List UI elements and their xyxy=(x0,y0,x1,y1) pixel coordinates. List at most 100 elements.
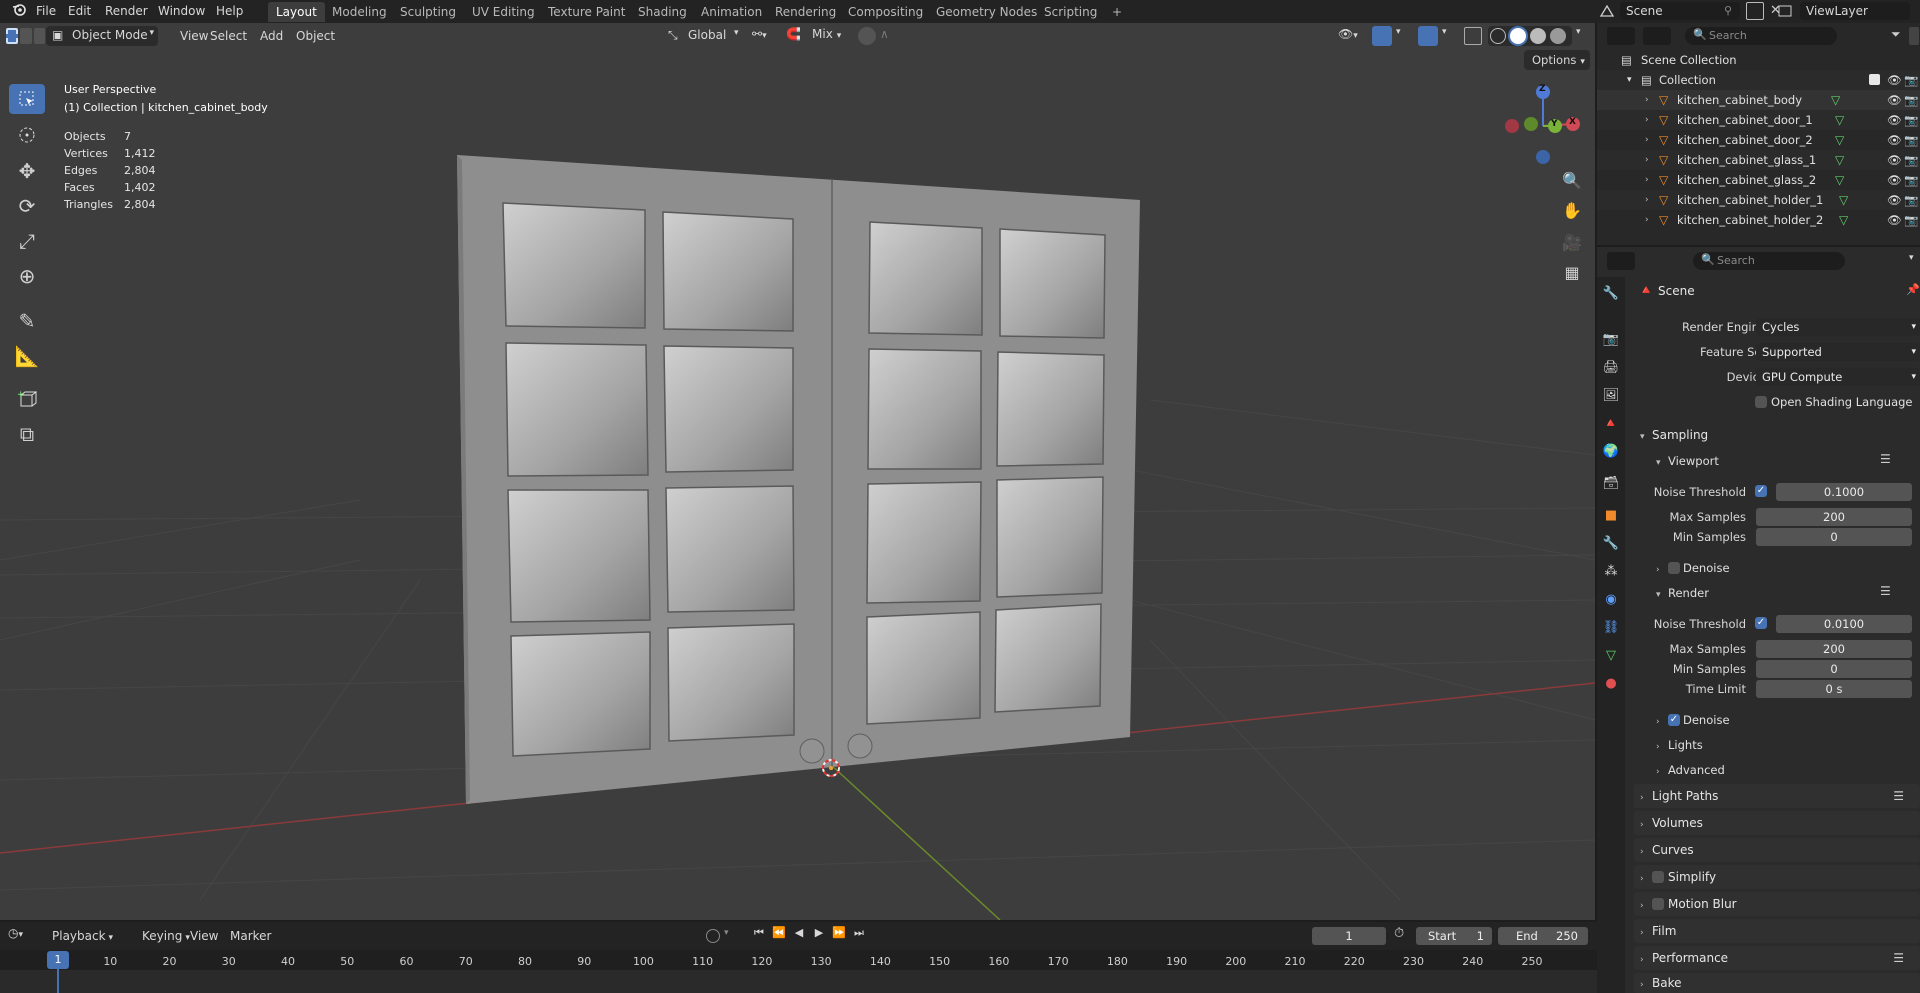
mesh-data-icon[interactable]: ▽ xyxy=(1835,150,1844,170)
cursor-tool[interactable] xyxy=(9,120,45,150)
viewport-denoise-checkbox[interactable] xyxy=(1668,562,1680,574)
rendered-shading-icon[interactable] xyxy=(1550,28,1566,44)
add-cube-tool[interactable]: + xyxy=(9,384,45,414)
feature-set-dropdown[interactable]: Supported ▾ xyxy=(1756,343,1920,361)
outliner-object-row[interactable]: › ▽ kitchen_cabinet_body ▽ 👁 📷 xyxy=(1597,90,1920,110)
panel-performance[interactable]: › Performance ☰ xyxy=(1634,946,1920,970)
camera-icon[interactable]: 📷 xyxy=(1904,210,1918,230)
camera-icon[interactable]: 📷 xyxy=(1904,170,1918,190)
outliner-object-row[interactable]: › ▽ kitchen_cabinet_glass_2 ▽ 👁 📷 xyxy=(1597,170,1920,190)
material-shading-icon[interactable] xyxy=(1530,28,1546,44)
pan-hand-icon[interactable]: ✋ xyxy=(1558,196,1586,224)
subpanel-advanced[interactable]: › Advanced xyxy=(1656,763,1725,777)
jump-start-icon[interactable]: ⏮ xyxy=(750,926,768,946)
pin-icon[interactable]: ⚲ xyxy=(1724,4,1732,17)
tab-texture-paint[interactable]: Texture Paint xyxy=(540,2,633,22)
annotate-tool[interactable]: ✎ xyxy=(9,306,45,336)
camera-icon[interactable]: 📷 xyxy=(1904,110,1918,130)
timeline-playback-menu[interactable]: Playback ▾ xyxy=(46,926,119,946)
material-tab-icon[interactable]: ● xyxy=(1601,673,1621,693)
chevron-down-icon[interactable]: ▾ xyxy=(724,928,729,938)
cage-tool[interactable]: ⧉ xyxy=(9,419,45,449)
outliner-row-scene-collection[interactable]: ▤ Scene Collection xyxy=(1597,50,1920,70)
collection-tab-icon[interactable]: 🗃 xyxy=(1601,473,1621,493)
chevron-down-icon[interactable]: ▾ xyxy=(1909,253,1914,263)
camera-icon[interactable]: 📷 xyxy=(1904,150,1918,170)
presets-list-icon[interactable]: ☰ xyxy=(1893,946,1904,970)
new-scene-icon[interactable] xyxy=(1746,2,1764,20)
simplify-checkbox[interactable] xyxy=(1652,871,1664,883)
tab-modeling[interactable]: Modeling xyxy=(324,2,395,22)
perspective-toggle-icon[interactable]: ▦ xyxy=(1558,258,1586,286)
chevron-down-icon[interactable]: ▾ xyxy=(1576,27,1581,37)
panel-sampling[interactable]: ▾ Sampling xyxy=(1634,423,1920,447)
eye-icon[interactable]: 👁 xyxy=(1887,130,1902,150)
camera-icon[interactable]: 📷 xyxy=(1904,70,1918,90)
render-noise-threshold-field[interactable]: 0.0100 xyxy=(1776,615,1912,633)
pin-icon[interactable]: 📌 xyxy=(1906,283,1920,296)
output-tab-icon[interactable]: 🖨 xyxy=(1601,357,1621,377)
jump-end-icon[interactable]: ⏭ xyxy=(850,926,868,946)
move-tool[interactable]: ✥ xyxy=(9,156,45,186)
timeline-track-area[interactable] xyxy=(0,970,1597,993)
device-dropdown[interactable]: GPU Compute ▾ xyxy=(1756,368,1920,386)
render-tab-icon[interactable]: 📷 xyxy=(1601,329,1621,349)
outliner-object-row[interactable]: › ▽ kitchen_cabinet_door_2 ▽ 👁 📷 xyxy=(1597,130,1920,150)
subpanel-lights[interactable]: › Lights xyxy=(1656,738,1703,752)
options-dropdown[interactable]: Options ▾ xyxy=(1524,50,1590,70)
tool-tab-icon[interactable]: 🔧 xyxy=(1601,283,1621,303)
constraints-tab-icon[interactable]: ⛓ xyxy=(1601,617,1621,637)
menu-window[interactable]: Window xyxy=(152,2,211,21)
eye-icon[interactable]: 👁 xyxy=(1887,170,1902,190)
view-layer-tab-icon[interactable]: 🖼 xyxy=(1601,385,1621,405)
presets-list-icon[interactable]: ☰ xyxy=(1880,452,1891,466)
select-extend-icon[interactable] xyxy=(20,28,32,44)
shading-mode-buttons[interactable] xyxy=(1488,26,1572,46)
menu-edit[interactable]: Edit xyxy=(62,2,97,21)
checkbox-icon[interactable] xyxy=(1869,74,1880,85)
tab-geometry-nodes[interactable]: Geometry Nodes xyxy=(928,2,1045,22)
camera-icon[interactable]: 📷 xyxy=(1904,90,1918,110)
display-mode-icon[interactable] xyxy=(1643,27,1671,45)
mesh-data-icon[interactable]: ▽ xyxy=(1839,190,1848,210)
render-noise-threshold-checkbox[interactable]: ✓ xyxy=(1755,617,1767,629)
eye-icon[interactable]: 👁 xyxy=(1887,110,1902,130)
measure-tool[interactable]: 📐 xyxy=(9,341,45,371)
visibility-dropdown-icon[interactable]: 👁▾ xyxy=(1338,27,1368,45)
wireframe-shading-icon[interactable] xyxy=(1490,28,1506,44)
end-frame-field[interactable]: End 250 xyxy=(1498,927,1588,945)
panel-motion-blur[interactable]: › Motion Blur xyxy=(1634,892,1920,916)
render-denoise-checkbox[interactable]: ✓ xyxy=(1668,714,1680,726)
3d-viewport[interactable] xyxy=(0,23,1595,920)
menu-object[interactable]: Object xyxy=(290,27,341,46)
expand-caret-icon[interactable]: › xyxy=(1645,210,1649,230)
blender-logo-icon[interactable] xyxy=(6,2,32,21)
osl-checkbox[interactable] xyxy=(1755,396,1767,408)
transform-tool[interactable]: ⊕ xyxy=(9,261,45,291)
particles-tab-icon[interactable]: ⁂ xyxy=(1601,561,1621,581)
panel-film[interactable]: › Film xyxy=(1634,919,1920,943)
overlays-toggle-icon[interactable] xyxy=(1418,26,1438,46)
viewport-min-samples-field[interactable]: 0 xyxy=(1756,528,1912,546)
subpanel-viewport-denoise[interactable]: › xyxy=(1656,561,1668,575)
mesh-data-icon[interactable]: ▽ xyxy=(1835,110,1844,130)
scene-field[interactable]: Scene xyxy=(1620,2,1740,20)
modifier-tab-icon[interactable]: 🔧 xyxy=(1601,533,1621,553)
tab-animation[interactable]: Animation xyxy=(693,2,770,22)
presets-list-icon[interactable]: ☰ xyxy=(1893,784,1904,808)
presets-list-icon[interactable]: ☰ xyxy=(1880,584,1891,598)
outliner-editor-type-icon[interactable] xyxy=(1607,27,1635,45)
properties-search-input[interactable]: 🔍 Search xyxy=(1693,252,1845,270)
outliner-object-row[interactable]: › ▽ kitchen_cabinet_glass_1 ▽ 👁 📷 xyxy=(1597,150,1920,170)
camera-icon[interactable]: 📷 xyxy=(1904,190,1918,210)
outliner-row-collection[interactable]: ▾ ▤ Collection 👁 📷 xyxy=(1597,70,1920,90)
object-tab-icon[interactable]: ■ xyxy=(1601,505,1621,525)
subpanel-render[interactable]: ▾ Render xyxy=(1656,586,1709,600)
snap-toggle-icon[interactable]: 🧲 xyxy=(786,27,806,45)
prev-keyframe-icon[interactable]: ⏪ xyxy=(770,926,788,946)
camera-icon[interactable]: 📷 xyxy=(1904,130,1918,150)
tab-compositing[interactable]: Compositing xyxy=(840,2,931,22)
scene-icon[interactable] xyxy=(1598,2,1616,21)
chevron-down-icon[interactable]: ▾ xyxy=(1442,27,1447,37)
expand-caret-icon[interactable]: › xyxy=(1645,170,1649,190)
